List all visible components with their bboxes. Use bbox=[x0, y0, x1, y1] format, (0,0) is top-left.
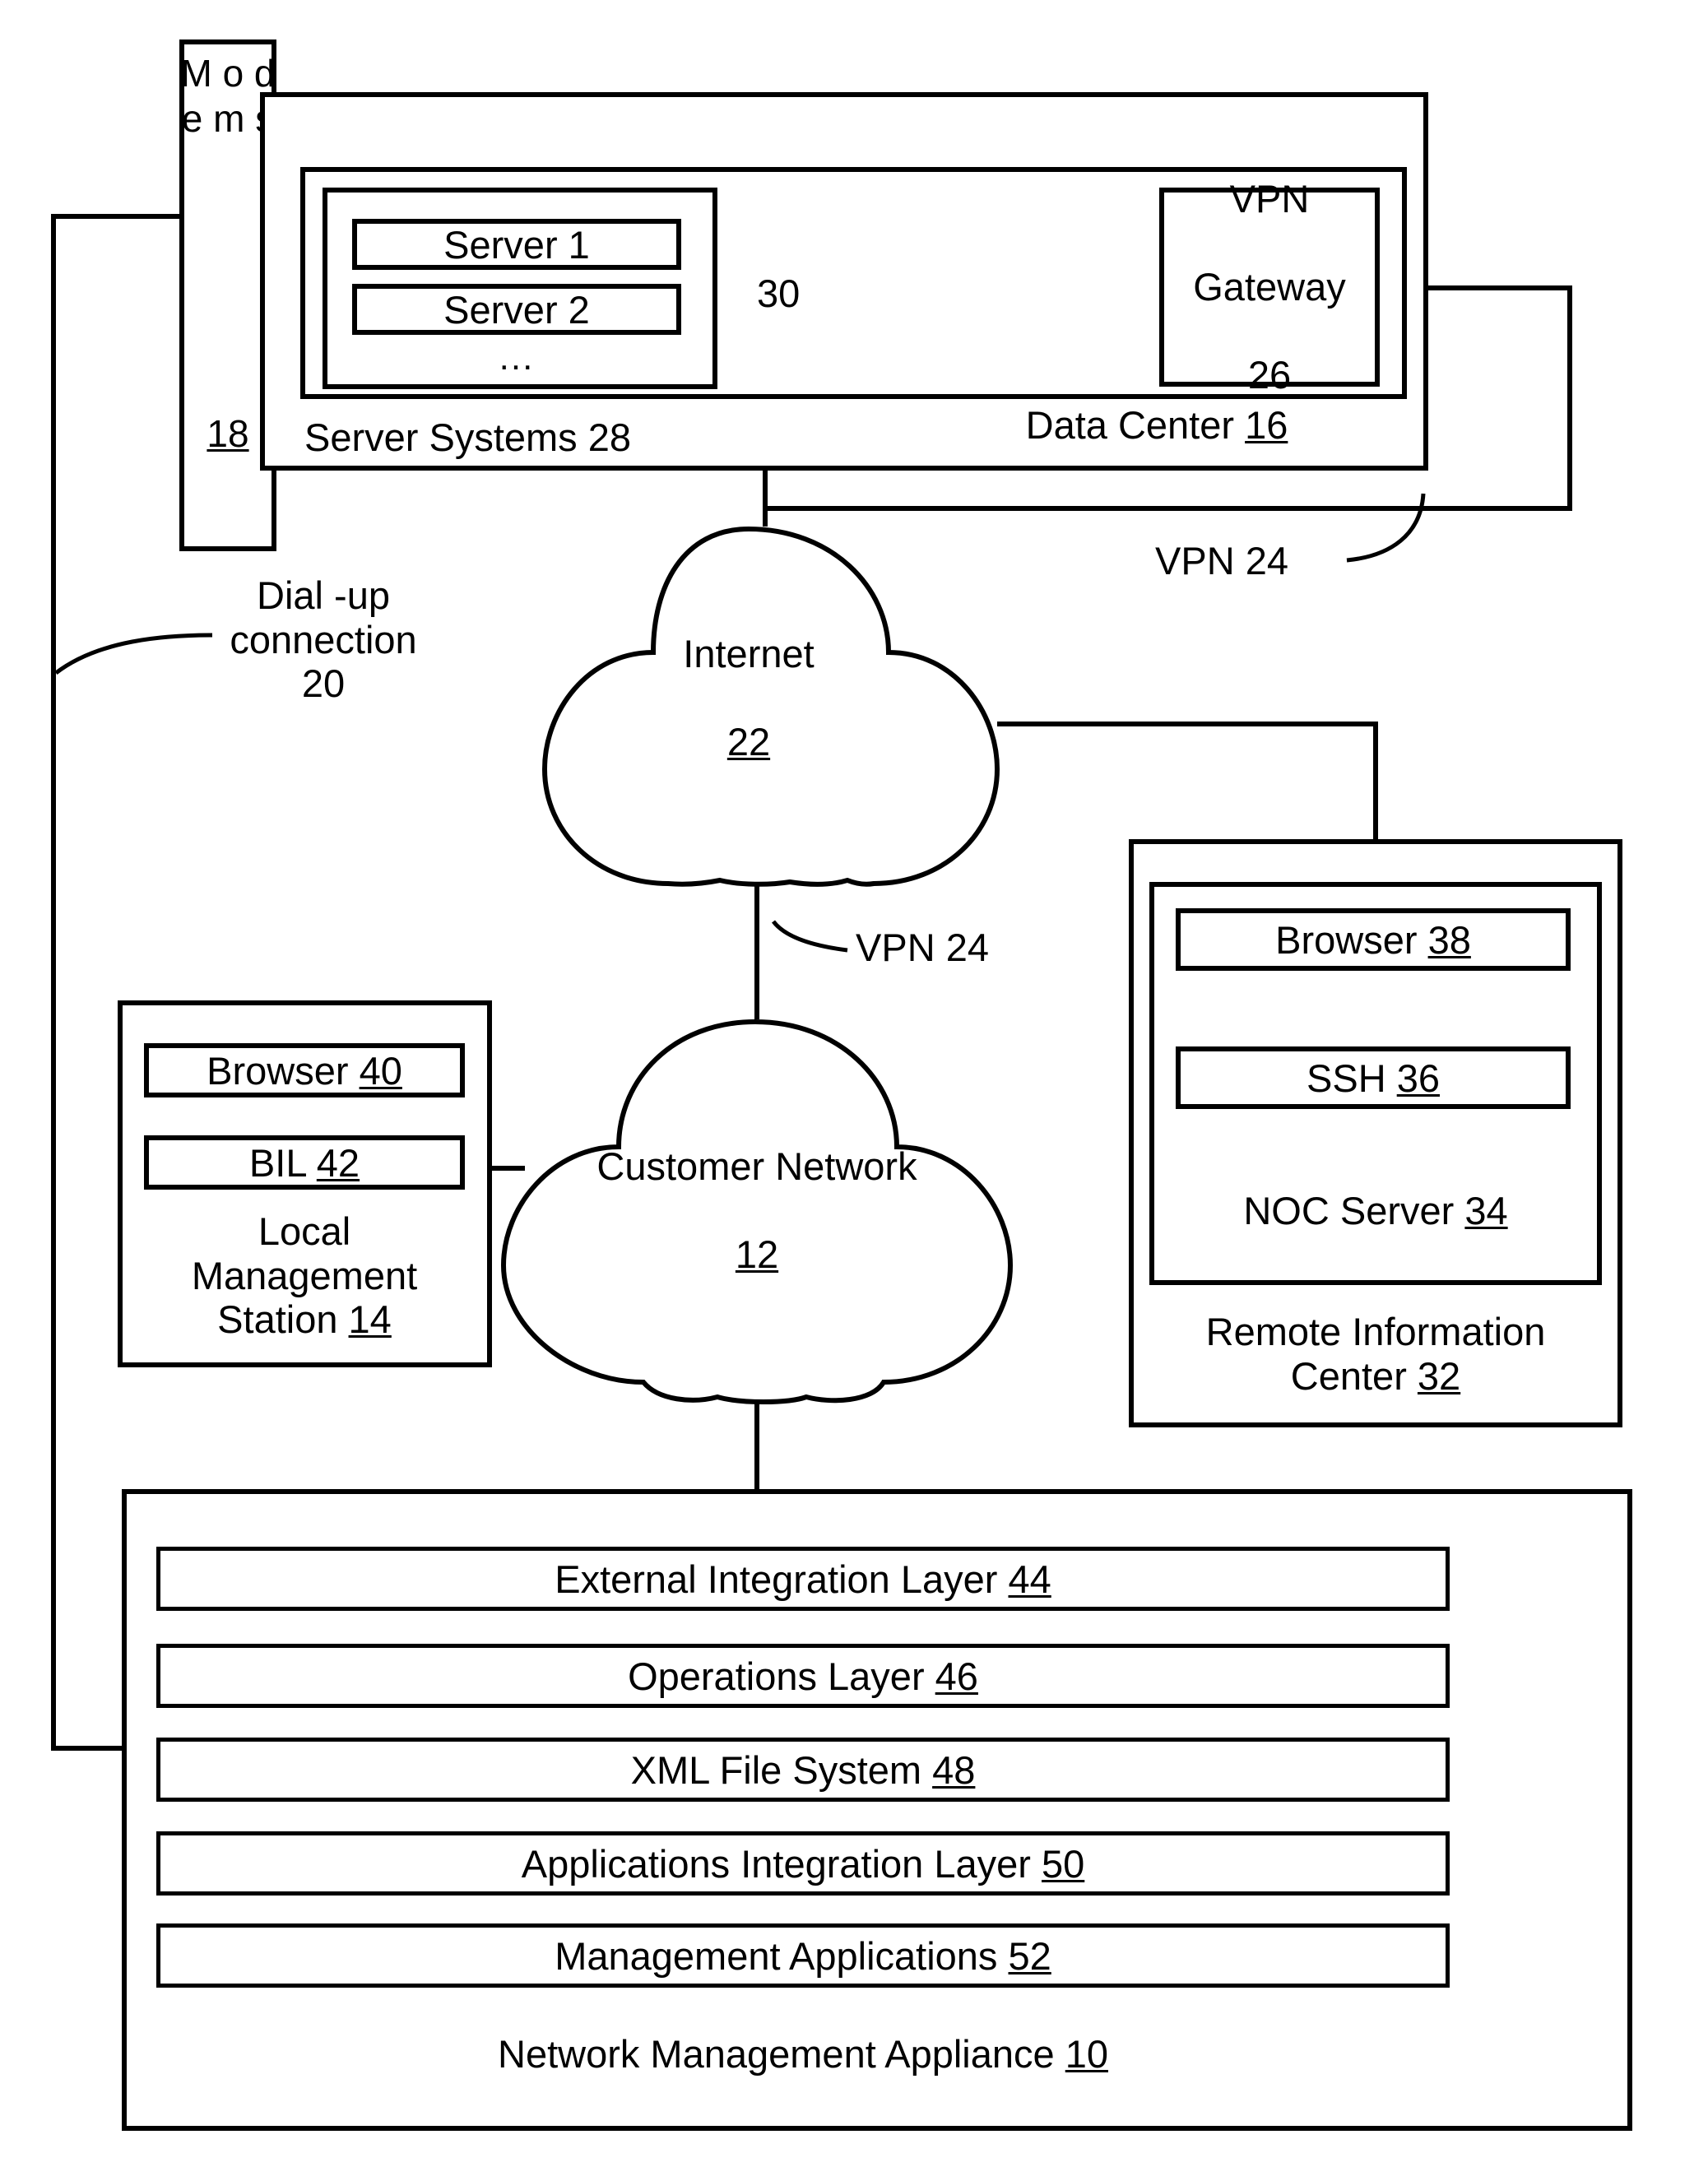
internet-title: Internet bbox=[683, 631, 815, 675]
lms-browser-box: Browser 40 bbox=[144, 1043, 465, 1097]
vpn-gateway-line1: VPN bbox=[1229, 177, 1310, 221]
customer-network-title: Customer Network bbox=[596, 1144, 917, 1189]
vpn-24-mid-label: VPN 24 bbox=[856, 926, 989, 969]
local-management-station-label: Local Management Station 14 bbox=[191, 1209, 418, 1342]
customer-network-cloud-label: Customer Network 12 bbox=[504, 1019, 1010, 1402]
server-1-box: Server 1 bbox=[352, 219, 681, 270]
lms-browser-label: Browser 40 bbox=[207, 1048, 402, 1093]
ric-browser-box: Browser 38 bbox=[1176, 908, 1571, 971]
customer-network-ref: 12 bbox=[735, 1232, 779, 1277]
vpn-gateway-ref: 26 bbox=[1247, 353, 1292, 397]
leader-vpn24-mid bbox=[772, 920, 848, 953]
layer-label-xml-file-system: XML File System 48 bbox=[630, 1747, 976, 1792]
lms-bil-label: BIL 42 bbox=[248, 1140, 360, 1185]
ric-ssh-label: SSH 36 bbox=[1307, 1056, 1440, 1100]
figure-canvas: M o d e m s 18 Data Center 16 Server 1 S… bbox=[0, 0, 1708, 2167]
dialup-connection-label: Dial -up connection 20 bbox=[230, 573, 417, 706]
ref-30-label: 30 bbox=[757, 271, 801, 315]
internet-ref: 22 bbox=[726, 719, 771, 763]
server-2-box: Server 2 bbox=[352, 284, 681, 335]
layer-label-external-integration: External Integration Layer 44 bbox=[555, 1557, 1051, 1601]
vpn-gateway-label: VPN Gateway 26 bbox=[1159, 177, 1380, 397]
servers-ellipsis: ... bbox=[499, 337, 535, 378]
server-1-label: Server 1 bbox=[443, 222, 590, 267]
vpn-24-top-label: VPN 24 bbox=[1155, 539, 1288, 582]
ric-browser-label: Browser 38 bbox=[1275, 917, 1471, 962]
leader-dialup bbox=[54, 633, 213, 675]
remote-information-center-label: Remote Information Center 32 bbox=[1205, 1310, 1546, 1398]
server-2-label: Server 2 bbox=[443, 287, 590, 332]
layer-label-applications-integration: Applications Integration Layer 50 bbox=[521, 1841, 1085, 1886]
ric-ssh-box: SSH 36 bbox=[1176, 1046, 1571, 1109]
server-systems-label: Server Systems 28 bbox=[304, 415, 632, 459]
wire-internet-to-ric bbox=[997, 722, 1378, 839]
network-management-appliance-label: Network Management Appliance 10 bbox=[498, 2032, 1108, 2076]
noc-server-label: NOC Server 34 bbox=[1243, 1189, 1508, 1232]
vpn-gateway-line2: Gateway bbox=[1193, 265, 1346, 309]
lms-bil-box: BIL 42 bbox=[144, 1135, 465, 1190]
layer-label-management-applications: Management Applications 52 bbox=[555, 1933, 1051, 1978]
leader-vpn24-top bbox=[1346, 493, 1426, 563]
internet-cloud-label: Internet 22 bbox=[500, 510, 997, 885]
layer-label-operations: Operations Layer 46 bbox=[628, 1654, 978, 1698]
